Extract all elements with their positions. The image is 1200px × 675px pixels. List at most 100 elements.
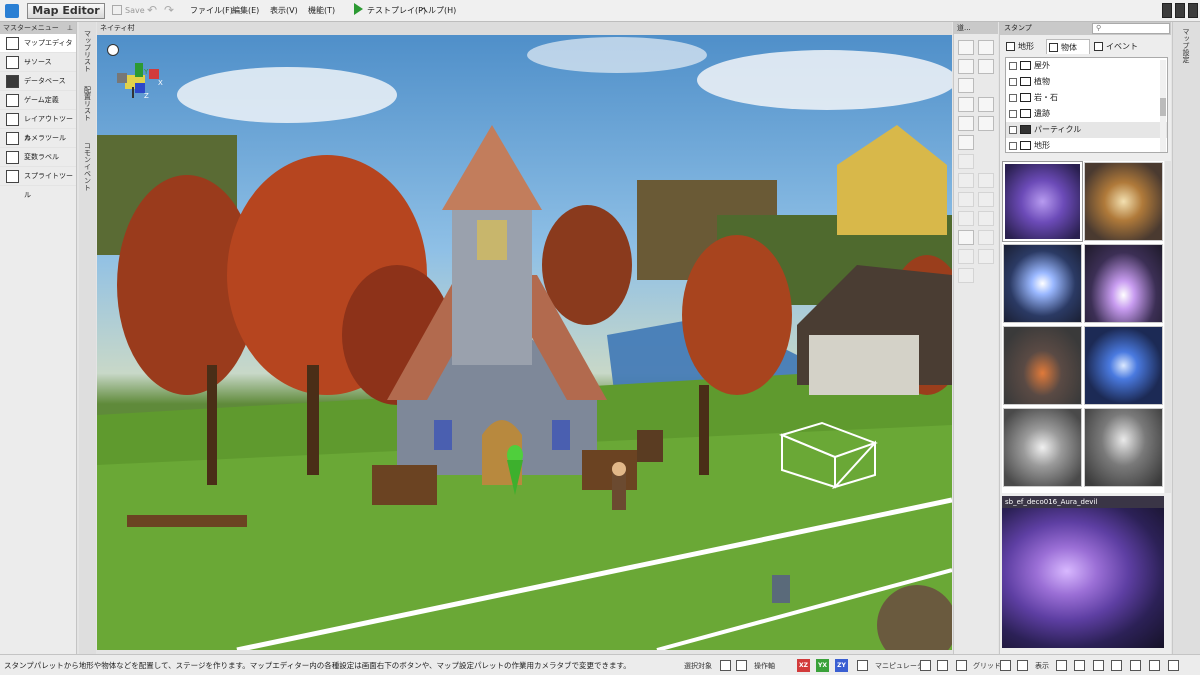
checkbox[interactable] — [1009, 94, 1017, 102]
tree-scroll-thumb[interactable] — [1160, 98, 1166, 116]
maximize-button[interactable] — [1175, 3, 1185, 18]
manipulator-move-icon[interactable] — [920, 660, 931, 671]
tab-common-event[interactable]: コモンイベント — [79, 138, 96, 218]
water-tool-icon[interactable] — [958, 230, 974, 245]
redo-icon[interactable]: ↷ — [164, 3, 174, 17]
eyedropper-tool-icon[interactable] — [978, 116, 994, 131]
bucket-tool-icon[interactable] — [978, 97, 994, 112]
menu-help[interactable]: ヘルプ(H) — [420, 5, 456, 17]
lasso-tool-icon[interactable] — [958, 59, 974, 74]
menu-item-game-definition[interactable]: ゲーム定義 — [0, 91, 76, 110]
aura-devil-thumb[interactable] — [1002, 161, 1083, 242]
display-grid-icon[interactable] — [1056, 660, 1067, 671]
fire-ring-thumb[interactable] — [1003, 326, 1082, 405]
tree-item-outdoor[interactable]: 屋外 — [1006, 58, 1167, 74]
tree-item-particle[interactable]: パーティクル — [1006, 122, 1167, 138]
duplicate-tool-icon[interactable] — [958, 249, 974, 264]
triangle-tool-icon[interactable] — [958, 211, 974, 226]
eraser-tool-icon[interactable] — [958, 116, 974, 131]
display-shadow-icon[interactable] — [1093, 660, 1104, 671]
grid-select-tool-icon[interactable] — [978, 59, 994, 74]
menu-item-camera-tool[interactable]: カメラツール — [0, 129, 76, 148]
tree-item-ruins[interactable]: 遺跡 — [1006, 106, 1167, 122]
stamp-scrollbar[interactable] — [1165, 161, 1171, 493]
slope-tool-icon[interactable] — [978, 173, 994, 188]
map-viewport[interactable]: Y X Z — [97, 35, 952, 650]
axis-xz-button[interactable]: XZ — [797, 659, 810, 672]
display-effect-icon[interactable] — [1168, 660, 1179, 671]
display-cube-icon[interactable] — [1074, 660, 1085, 671]
target-tool-icon[interactable] — [978, 230, 994, 245]
display-db-icon[interactable] — [1149, 660, 1160, 671]
undo-icon[interactable]: ↶ — [147, 3, 157, 17]
tab-map-list[interactable]: マップリスト — [79, 26, 96, 88]
tab-map-settings[interactable]: マップ設定 — [1181, 28, 1191, 63]
checkbox[interactable] — [1009, 110, 1017, 118]
axis-gizmo[interactable]: Y X Z — [115, 63, 175, 123]
play-icon[interactable] — [354, 3, 363, 15]
height-tool-icon[interactable] — [958, 173, 974, 188]
menu-item-layout-tool[interactable]: レイアウトツール — [0, 110, 76, 142]
menu-function[interactable]: 機能(T) — [308, 5, 335, 17]
stamp-search-input[interactable]: ⚲ — [1092, 23, 1170, 34]
menu-item-map-editor[interactable]: マップエディター — [0, 34, 76, 66]
manipulator-icon[interactable] — [857, 660, 868, 671]
object-tab-icon — [1049, 43, 1058, 52]
checkbox[interactable] — [1009, 126, 1017, 134]
menu-item-sprite-tool[interactable]: スプライトツール — [0, 167, 76, 199]
rotate-tool-icon[interactable] — [958, 78, 974, 93]
cloud-thumb[interactable] — [1003, 408, 1082, 487]
menu-file[interactable]: ファイル(F) — [190, 5, 233, 17]
display-camera-icon[interactable] — [1130, 660, 1141, 671]
tab-event[interactable]: イベント — [1092, 39, 1148, 54]
paste-tool-icon[interactable] — [978, 249, 994, 264]
display-sky-icon[interactable] — [1111, 660, 1122, 671]
move-tool-icon[interactable] — [978, 40, 994, 55]
grid-mode-icon[interactable] — [1000, 660, 1011, 671]
axis-yx-button[interactable]: YX — [816, 659, 829, 672]
axis-zy-button[interactable]: ZY — [835, 659, 848, 672]
viewport-menu-icon[interactable] — [107, 44, 119, 56]
select-target-icon[interactable] — [720, 660, 731, 671]
menu-item-resource[interactable]: リソース — [0, 53, 76, 72]
tab-object[interactable]: 物体 — [1046, 39, 1090, 54]
layout-tool-icon — [6, 113, 19, 126]
checkbox[interactable] — [1009, 62, 1017, 70]
menu-item-database[interactable]: データベース — [0, 72, 76, 91]
select-target-icon-2[interactable] — [736, 660, 747, 671]
smoke-column-thumb[interactable] — [1084, 408, 1163, 487]
pin-icon[interactable]: ⊥ — [67, 22, 73, 34]
tree-item-plant[interactable]: 植物 — [1006, 74, 1167, 90]
save-button[interactable]: Save — [112, 4, 145, 18]
sparkle-star-thumb[interactable] — [1003, 244, 1082, 323]
tree-item-terrain[interactable]: 地形 — [1006, 138, 1167, 152]
checkbox[interactable] — [1009, 142, 1017, 150]
tab-terrain[interactable]: 地形 — [1004, 39, 1044, 54]
minimize-button[interactable] — [1162, 3, 1172, 18]
grid-layer-icon[interactable] — [1017, 660, 1028, 671]
tree-item-rock[interactable]: 岩・石 — [1006, 90, 1167, 106]
tab-placement-list[interactable]: 配置リスト — [79, 82, 96, 142]
trash-icon[interactable] — [958, 268, 974, 283]
menu-item-variable-label[interactable]: 変数ラベル — [0, 148, 76, 167]
layer-tool-icon[interactable] — [978, 192, 994, 207]
menu-edit[interactable]: 編集(E) — [232, 5, 259, 17]
magic-circle-thumb[interactable] — [1084, 244, 1163, 323]
brush-tool-icon[interactable] — [958, 135, 974, 150]
close-button[interactable] — [1188, 3, 1198, 18]
checkbox[interactable] — [1009, 78, 1017, 86]
manipulator-globe-icon[interactable] — [937, 660, 948, 671]
stamp-tool-icon[interactable] — [958, 154, 974, 169]
select-rect-tool-icon[interactable] — [958, 40, 974, 55]
menu-view[interactable]: 表示(V) — [270, 5, 298, 17]
plane-tool-icon[interactable] — [958, 192, 974, 207]
menu-testplay[interactable]: テストプレイ(P) — [367, 5, 426, 17]
blue-flame-thumb[interactable] — [1084, 326, 1163, 405]
map-settings-strip: マップ設定 — [1172, 22, 1200, 654]
grid-icon[interactable] — [956, 660, 967, 671]
viewport-title: ネイティ村 — [97, 22, 952, 35]
copy-tool-icon[interactable] — [978, 211, 994, 226]
pencil-tool-icon[interactable] — [958, 97, 974, 112]
folder-icon — [1020, 141, 1031, 150]
explosion-rocks-thumb[interactable] — [1084, 162, 1163, 241]
